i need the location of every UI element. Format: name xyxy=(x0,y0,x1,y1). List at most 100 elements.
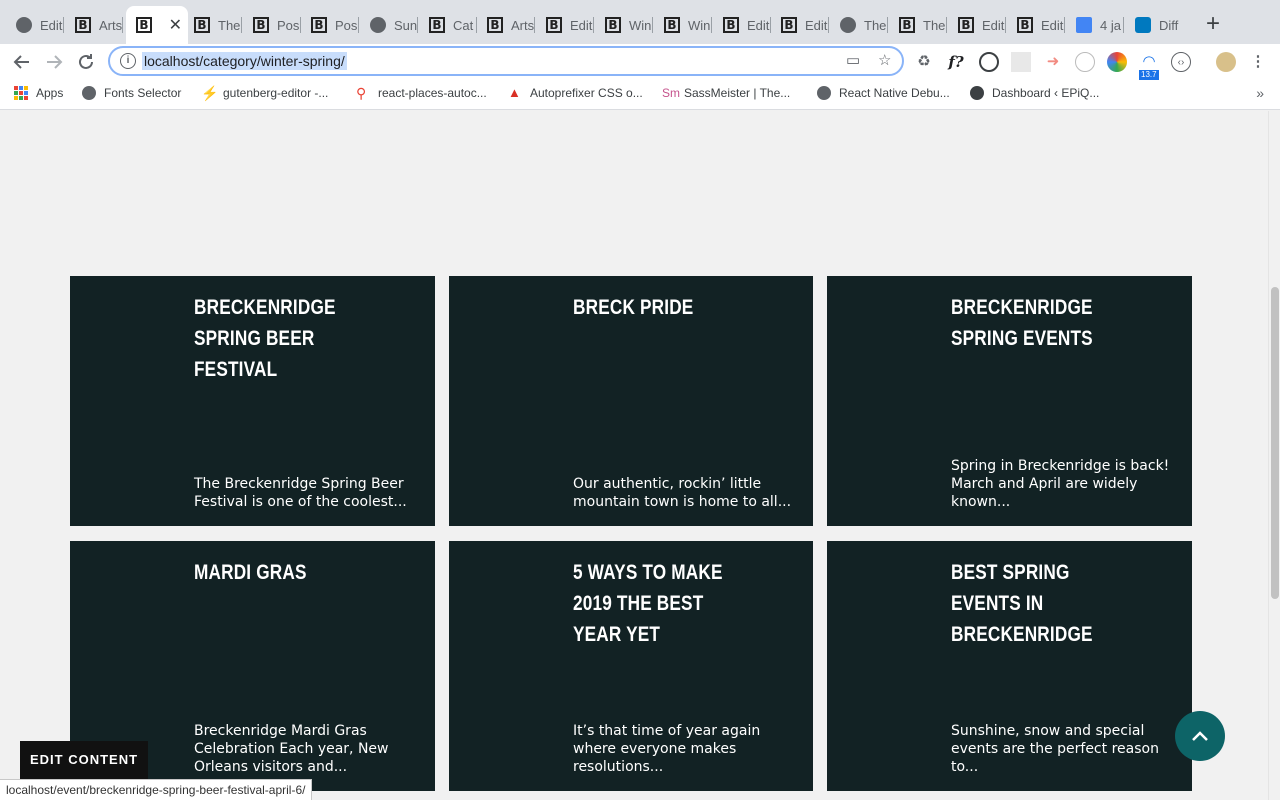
browser-tab[interactable]: Sun xyxy=(360,8,418,42)
b-site-icon: B xyxy=(311,17,327,33)
map-pin-icon: ⚲ xyxy=(356,85,367,101)
font-finder-extension-icon[interactable]: f? xyxy=(946,52,966,72)
b-site-icon: B xyxy=(546,17,562,33)
browser-tab[interactable]: The xyxy=(830,8,888,42)
card-title[interactable]: Mardi Gras xyxy=(194,557,374,588)
browser-tab[interactable]: B The xyxy=(889,8,947,42)
card-excerpt: The Breckenridge Spring Beer Festival is… xyxy=(194,476,407,510)
chevron-up-icon xyxy=(1192,731,1208,741)
arrow-left-icon xyxy=(13,55,29,69)
card-title[interactable]: Breckenridge Spring Events xyxy=(951,292,1164,354)
card-title[interactable]: 5 Ways to Make 2019 the Best Year Yet xyxy=(573,557,753,650)
back-to-top-button[interactable] xyxy=(1175,711,1225,761)
event-card[interactable]: Breckenridge Spring Events Spring in Bre… xyxy=(827,276,1192,526)
scrollbar-thumb[interactable] xyxy=(1271,287,1279,599)
browser-tab[interactable]: Edit xyxy=(6,8,64,42)
globe-icon xyxy=(82,86,96,100)
event-card[interactable]: Breck Pride Our authentic, rockin’ littl… xyxy=(449,276,813,526)
browser-tab-active[interactable]: B ✕ xyxy=(126,6,188,44)
browser-tab[interactable]: B Edit xyxy=(536,8,594,42)
extension-arrow-icon[interactable]: ➜ xyxy=(1043,52,1063,72)
status-bar-url: localhost/event/breckenridge-spring-beer… xyxy=(0,779,313,800)
card-title[interactable]: Best Spring Events in Breckenridge xyxy=(951,557,1131,650)
url-text[interactable]: localhost/category/winter-spring/ xyxy=(142,52,347,70)
browser-tab[interactable]: Diff xyxy=(1125,8,1183,42)
close-tab-icon[interactable]: ✕ xyxy=(169,15,182,35)
arrow-right-icon xyxy=(47,55,63,69)
b-site-icon: B xyxy=(958,17,974,33)
back-button[interactable] xyxy=(10,50,34,74)
new-tab-button[interactable]: + xyxy=(1206,12,1220,36)
bookmarks-overflow-icon[interactable]: » xyxy=(1256,85,1264,101)
b-site-icon: B xyxy=(487,17,503,33)
browser-tab[interactable]: B Edit xyxy=(1007,8,1065,42)
browser-tab[interactable]: B Arts xyxy=(65,8,123,42)
browser-tab[interactable]: B Edit xyxy=(948,8,1006,42)
trello-icon xyxy=(1135,17,1151,33)
bolt-icon: ⚡ xyxy=(201,85,219,101)
card-excerpt: Spring in Breckenridge is back! March an… xyxy=(951,458,1170,510)
globe-icon xyxy=(817,86,831,100)
browser-toolbar: i localhost/category/winter-spring/ ▭ ☆ … xyxy=(0,44,1280,80)
b-site-icon: B xyxy=(899,17,915,33)
card-excerpt: It’s that time of year again where every… xyxy=(573,723,761,775)
browser-tab[interactable]: B Win xyxy=(595,8,653,42)
page-content: Breckenridge Spring Beer Festival The Br… xyxy=(0,111,1268,800)
forward-button[interactable] xyxy=(42,50,66,74)
bookmark-item[interactable]: React Native Debu... xyxy=(817,86,950,100)
bookmark-item[interactable]: Sm SassMeister | The... xyxy=(662,86,790,100)
card-excerpt: Sunshine, snow and special events are th… xyxy=(951,723,1159,775)
globe-icon xyxy=(16,17,32,33)
globe-icon xyxy=(370,17,386,33)
card-title[interactable]: Breckenridge Spring Beer Festival xyxy=(194,292,374,385)
extension-square-icon[interactable] xyxy=(1011,52,1031,72)
bookmark-apps[interactable]: Apps xyxy=(14,86,63,100)
bookmark-item[interactable]: ▲ Autoprefixer CSS o... xyxy=(508,85,643,101)
wordpress-icon xyxy=(970,86,984,100)
avatar[interactable] xyxy=(1216,52,1236,72)
event-card[interactable]: Best Spring Events in Breckenridge Sunsh… xyxy=(827,541,1192,791)
bookmark-star-icon[interactable]: ☆ xyxy=(878,51,891,69)
b-site-icon: B xyxy=(781,17,797,33)
browser-tab[interactable]: B Arts xyxy=(477,8,535,42)
browser-tab[interactable]: B Pos xyxy=(301,8,359,42)
browser-tab[interactable]: B Cat xyxy=(419,8,477,42)
autoprefixer-icon: ▲ xyxy=(508,85,521,100)
bookmark-item[interactable]: Fonts Selector xyxy=(82,86,181,100)
b-site-icon: B xyxy=(664,17,680,33)
browser-tab[interactable]: 4 ja xyxy=(1066,8,1124,42)
menu-kebab-icon[interactable]: ⋮ xyxy=(1248,52,1268,72)
colorzilla-extension-icon[interactable] xyxy=(1107,52,1127,72)
browser-tab[interactable]: B Edit xyxy=(771,8,829,42)
browser-tab[interactable]: B Pos xyxy=(243,8,301,42)
bookmarks-bar: Apps Fonts Selector ⚡ gutenberg-editor -… xyxy=(0,80,1280,110)
bookmark-item[interactable]: Dashboard ‹ EPiQ... xyxy=(970,86,1099,100)
b-site-icon: B xyxy=(429,17,445,33)
browser-tab[interactable]: B The xyxy=(184,8,242,42)
b-site-icon: B xyxy=(75,17,91,33)
address-bar[interactable]: i localhost/category/winter-spring/ ▭ ☆ xyxy=(108,46,904,76)
extension-circle-icon[interactable] xyxy=(979,52,999,72)
apps-grid-icon xyxy=(14,86,28,100)
recycle-extension-icon[interactable]: ♻ xyxy=(914,52,934,72)
browser-tab[interactable]: B Win xyxy=(654,8,712,42)
edit-content-button[interactable]: EDIT CONTENT xyxy=(20,741,149,779)
reload-button[interactable] xyxy=(74,50,98,74)
b-site-icon: B xyxy=(253,17,269,33)
event-card[interactable]: 5 Ways to Make 2019 the Best Year Yet It… xyxy=(449,541,813,791)
card-title[interactable]: Breck Pride xyxy=(573,292,753,323)
extension-target-icon[interactable] xyxy=(1075,52,1095,72)
cast-icon[interactable]: ▭ xyxy=(846,51,860,69)
tab-strip: Edit B Arts B ✕ B The B Pos B Pos Sun B Cat BA… xyxy=(0,0,1280,44)
site-info-icon[interactable]: i xyxy=(120,53,136,69)
speed-extension-icon[interactable]: ◠ xyxy=(1139,52,1159,72)
b-site-icon: B xyxy=(194,17,210,33)
sassmeister-icon: Sm xyxy=(662,86,680,100)
bookmark-item[interactable]: ⚲ react-places-autoc... xyxy=(356,86,487,100)
browser-tab[interactable]: B Edit xyxy=(713,8,771,42)
extension-code-icon[interactable]: ‹› xyxy=(1171,52,1191,72)
page-scrollbar[interactable] xyxy=(1268,111,1280,800)
extension-badge: 13.7 xyxy=(1139,70,1159,80)
bookmark-item[interactable]: ⚡ gutenberg-editor -... xyxy=(201,86,328,100)
event-card[interactable]: Breckenridge Spring Beer Festival The Br… xyxy=(70,276,435,526)
